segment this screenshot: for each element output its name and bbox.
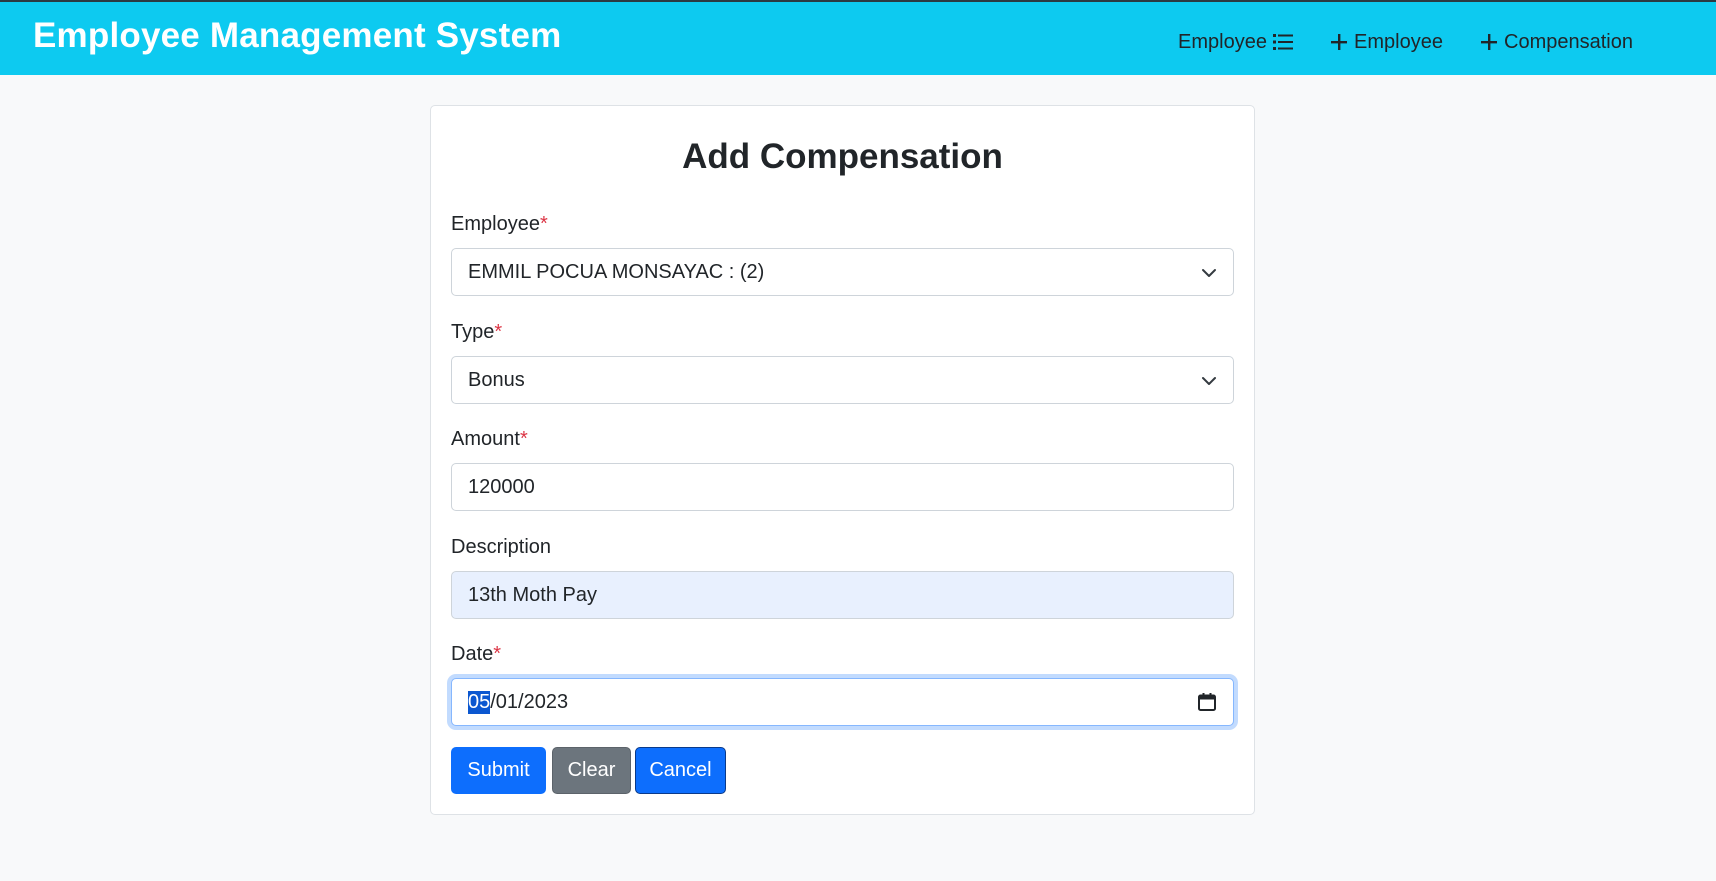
date-rest: /01/2023: [490, 690, 569, 713]
clear-button[interactable]: Clear: [552, 747, 631, 794]
date-month-segment[interactable]: 05: [468, 690, 491, 714]
plus-icon: [1481, 34, 1497, 50]
plus-icon: [1331, 34, 1347, 50]
nav-add-employee-label: Employee: [1354, 30, 1443, 53]
required-mark: *: [539, 213, 548, 235]
description-input-value: 13th Moth Pay: [468, 583, 597, 606]
nav-add-compensation[interactable]: Compensation: [1480, 28, 1633, 56]
employee-select-value: EMMIL POCUA MONSAYAC : (2): [468, 260, 765, 283]
employee-select[interactable]: EMMIL POCUA MONSAYAC : (2): [451, 248, 1234, 296]
date-input[interactable]: 05/01/2023: [451, 678, 1234, 726]
required-mark: *: [493, 643, 502, 665]
amount-label: Amount*: [451, 428, 528, 450]
amount-input[interactable]: 120000: [451, 463, 1234, 511]
brand-title[interactable]: Employee Management System: [33, 16, 561, 56]
submit-button[interactable]: Submit: [451, 747, 546, 794]
type-label: Type*: [451, 321, 503, 343]
employee-label: Employee*: [451, 213, 548, 235]
date-label: Date*: [451, 643, 502, 665]
description-label: Description: [451, 536, 552, 558]
compensation-form-card: Add Compensation Employee* EMMIL POCUA M…: [430, 105, 1255, 815]
nav-add-employee[interactable]: Employee: [1330, 28, 1443, 56]
chevron-down-icon: [1202, 377, 1216, 385]
chevron-down-icon: [1202, 269, 1216, 277]
nav-employee-list-label: Employee: [1178, 30, 1267, 53]
description-input[interactable]: 13th Moth Pay: [451, 571, 1234, 619]
calendar-icon[interactable]: [1197, 692, 1217, 712]
navbar: Employee Management System Employee Empl…: [0, 0, 1716, 75]
form-title: Add Compensation: [682, 137, 1003, 176]
required-mark: *: [494, 321, 503, 343]
type-select[interactable]: Bonus: [451, 356, 1234, 404]
cancel-button[interactable]: Cancel: [635, 747, 726, 794]
required-mark: *: [519, 428, 528, 450]
type-select-value: Bonus: [468, 368, 525, 391]
nav-employee-list[interactable]: Employee: [1178, 28, 1293, 56]
list-icon: [1272, 34, 1293, 50]
nav-add-compensation-label: Compensation: [1504, 30, 1633, 53]
amount-input-value: 120000: [468, 475, 535, 498]
